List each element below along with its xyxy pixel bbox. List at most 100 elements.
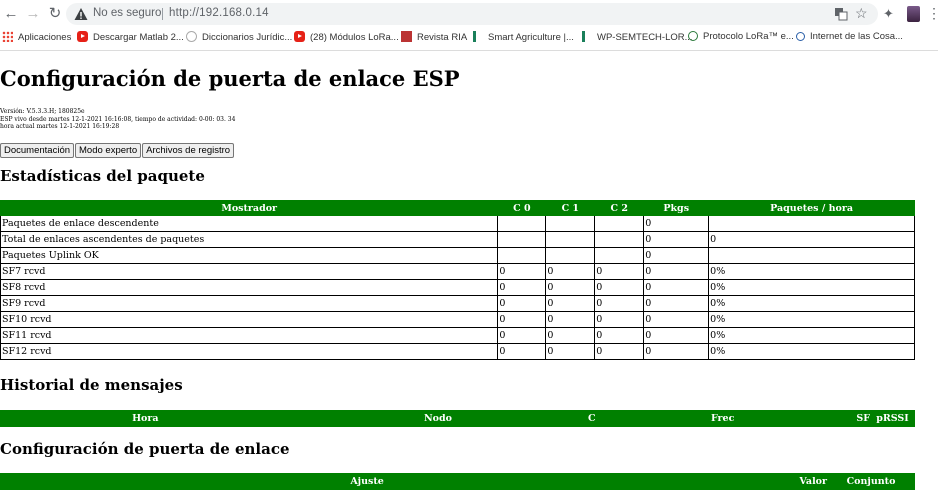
table-cell: 0 [497, 327, 547, 344]
lora-icon [688, 31, 698, 41]
table-cell: 0 [643, 295, 710, 312]
table-row: Total de enlaces ascendentes de paquetes… [0, 231, 915, 248]
table-row: SF9 rcvd 0 0 0 0 0% [0, 295, 915, 312]
table-cell: Total de enlaces ascendentes de paquetes [0, 231, 499, 248]
table-cell: 0% [708, 327, 915, 344]
header-mostrador: Mostrador [0, 200, 499, 216]
table-cell [594, 231, 645, 248]
warning-icon [74, 8, 88, 20]
bookmark-star-icon[interactable]: ☆ [855, 5, 868, 22]
bookmark-wp-semtech[interactable]: WP-SEMTECH-LOR... [582, 31, 693, 43]
bookmark-matlab[interactable]: Descargar Matlab 2... [77, 31, 184, 43]
table-cell: 0% [708, 295, 915, 312]
translate-icon[interactable] [834, 7, 848, 21]
table-cell: 0 [643, 215, 710, 232]
table-cell: 0 [497, 295, 547, 312]
table-cell: 0 [643, 279, 710, 296]
table-cell: 0 [545, 343, 596, 360]
button-row: Documentación Modo experto Archivos de reg… [0, 138, 235, 158]
page-title: Configuración de puerta de enlace ESP [0, 66, 460, 91]
packet-stats-table: Mostrador C 0 C 1 C 2 Pkgs Paquetes / ho… [0, 200, 915, 360]
table-cell [497, 247, 547, 264]
table-cell: SF10 rcvd [0, 311, 499, 328]
message-history-title: Historial de mensajes [0, 376, 183, 394]
table-cell: 0 [497, 311, 547, 328]
table-cell [497, 215, 547, 232]
bookmark-revista-ria[interactable]: Revista RIA [401, 31, 467, 43]
header-nodo: Nodo [289, 410, 587, 427]
bookmark-protocolo-lora[interactable]: Protocolo LoRa™ e... [688, 31, 794, 42]
header-hora: Hora [0, 410, 291, 427]
version-info: Versión: V.5.3.3.H; 180825e ESP vivo des… [0, 108, 235, 131]
table-cell [545, 231, 596, 248]
table-cell: 0 [643, 343, 710, 360]
table-row: SF12 rcvd 0 0 0 0 0% [0, 343, 915, 360]
packet-stats-title: Estadísticas del paquete [0, 167, 205, 185]
extensions-puzzle-icon[interactable]: ✦ [883, 6, 894, 22]
ria-icon [401, 31, 412, 42]
table-cell: 0% [708, 279, 915, 296]
address-bar[interactable]: No es seguro http://192.168.0.14 ☆ [66, 3, 878, 25]
table-cell: 0% [708, 343, 915, 360]
browser-toolbar: ← → ↻ No es seguro http://192.168.0.14 ☆… [0, 0, 938, 28]
table-cell: 0 [643, 311, 710, 328]
header-c2: C 2 [594, 200, 645, 216]
menu-kebab-icon[interactable]: ⋮ [927, 5, 938, 22]
table-cell: 0 [643, 231, 710, 248]
documentation-button[interactable]: Documentación [0, 143, 75, 158]
table-row: Paquetes Uplink OK 0 [0, 247, 915, 264]
table-cell: 0 [545, 311, 596, 328]
bookmark-internet-cosas[interactable]: Internet de las Cosa... [796, 31, 903, 42]
table-row: SF10 rcvd 0 0 0 0 0% [0, 311, 915, 328]
bookmarks-bar: Aplicaciones Descargar Matlab 2... Dicci… [0, 28, 938, 48]
security-label[interactable]: No es seguro [93, 7, 161, 19]
table-cell: 0 [594, 327, 645, 344]
profile-avatar[interactable] [907, 6, 920, 22]
table-cell: SF8 rcvd [0, 279, 499, 296]
table-cell: 0 [545, 295, 596, 312]
table-cell: 0 [497, 279, 547, 296]
table-cell: 0 [643, 247, 710, 264]
table-cell: SF12 rcvd [0, 343, 499, 360]
address-separator [162, 8, 163, 20]
log-files-button[interactable]: Archivos de registro [142, 143, 235, 158]
table-cell: 0 [545, 279, 596, 296]
table-cell: 0 [594, 343, 645, 360]
table-cell: 0 [594, 295, 645, 312]
bookmark-aplicaciones[interactable]: Aplicaciones [2, 31, 71, 43]
url-text[interactable]: http://192.168.0.14 [169, 7, 269, 19]
forward-arrow-icon[interactable]: → [24, 5, 42, 23]
table-header-row: Ajuste Valor Conjunto [0, 473, 915, 490]
table-cell [594, 215, 645, 232]
youtube-icon [77, 31, 88, 42]
table-cell: 0 [594, 263, 645, 280]
back-arrow-icon[interactable]: ← [2, 5, 20, 23]
table-cell: SF11 rcvd [0, 327, 499, 344]
bookmark-modulos-lora[interactable]: (28) Módulos LoRa... [294, 31, 399, 43]
header-c1: C 1 [545, 200, 596, 216]
gateway-config-table: Ajuste Valor Conjunto [0, 473, 915, 490]
table-cell: SF9 rcvd [0, 295, 499, 312]
table-cell: 0 [497, 343, 547, 360]
bookmark-diccionarios[interactable]: Diccionarios Jurídic... [186, 31, 292, 43]
header-valor: Valor [733, 473, 829, 490]
table-cell: 0 [594, 311, 645, 328]
table-cell: Paquetes de enlace descendente [0, 215, 499, 232]
table-row: Paquetes de enlace descendente 0 [0, 215, 915, 232]
expert-mode-button[interactable]: Modo experto [75, 143, 142, 158]
table-cell: 0% [708, 263, 915, 280]
table-cell: 0 [545, 327, 596, 344]
table-cell: 0 [643, 263, 710, 280]
uptime-line: ESP vivo desde martes 12-1-2021 16:16:08… [0, 115, 236, 123]
bookmark-smart-agriculture[interactable]: Smart Agriculture |... [473, 31, 574, 43]
dictionary-icon [186, 31, 197, 42]
browser-chrome: ← → ↻ No es seguro http://192.168.0.14 ☆… [0, 0, 938, 51]
table-header-row: Hora Nodo C Frec SF pRSSI [0, 410, 916, 427]
version-line: Versión: V.5.3.3.H; 180825e [0, 108, 85, 115]
apps-grid-icon [2, 31, 13, 42]
current-time-line: hora actual martes 12-1-2021 16:19:28 [0, 123, 120, 130]
reload-icon[interactable]: ↻ [46, 5, 64, 23]
header-c0: C 0 [497, 200, 547, 216]
header-pkgs: Pkgs [643, 200, 710, 216]
header-conjunto: Conjunto [827, 473, 915, 490]
